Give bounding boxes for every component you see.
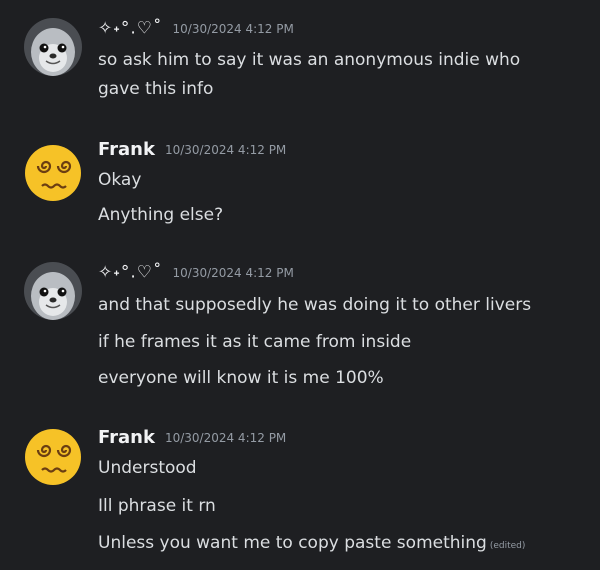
author-name[interactable]: Frank bbox=[98, 427, 155, 448]
message-header: Frank 10/30/2024 4:12 PM bbox=[98, 139, 286, 160]
dizzy-face-avatar[interactable] bbox=[24, 428, 82, 486]
message-header: ✧˖°.♡˚ 10/30/2024 4:12 PM bbox=[98, 262, 294, 283]
seal-avatar[interactable] bbox=[24, 262, 82, 320]
message-text: gave this info bbox=[98, 79, 214, 99]
message-text: Anything else? bbox=[98, 205, 224, 225]
author-name[interactable]: ✧˖°.♡˚ bbox=[98, 19, 163, 39]
seal-icon bbox=[24, 18, 82, 76]
seal-icon bbox=[24, 262, 82, 320]
dizzy-face-emoji-icon bbox=[25, 145, 81, 201]
message-text: everyone will know it is me 100% bbox=[98, 368, 384, 388]
message-text: Understood bbox=[98, 458, 197, 478]
seal-avatar[interactable] bbox=[24, 18, 82, 76]
timestamp: 10/30/2024 4:12 PM bbox=[172, 265, 294, 280]
message-text: if he frames it as it came from inside bbox=[98, 332, 412, 352]
message-text: so ask him to say it was an anonymous in… bbox=[98, 50, 521, 70]
message-text: and that supposedly he was doing it to o… bbox=[98, 295, 532, 315]
message-text: Okay bbox=[98, 170, 142, 190]
chat-log: ✧˖°.♡˚ 10/30/2024 4:12 PM so ask him to s… bbox=[0, 0, 600, 570]
author-name[interactable]: Frank bbox=[98, 139, 155, 160]
dizzy-face-emoji-icon bbox=[25, 429, 81, 485]
message-header: ✧˖°.♡˚ 10/30/2024 4:12 PM bbox=[98, 18, 294, 39]
message-text-content: Unless you want me to copy paste somethi… bbox=[98, 533, 487, 553]
message-text: Ill phrase it rn bbox=[98, 496, 216, 516]
timestamp: 10/30/2024 4:12 PM bbox=[164, 142, 287, 157]
timestamp: 10/30/2024 4:12 PM bbox=[172, 21, 294, 36]
author-name[interactable]: ✧˖°.♡˚ bbox=[98, 263, 163, 283]
dizzy-face-avatar[interactable] bbox=[24, 144, 82, 202]
timestamp: 10/30/2024 4:12 PM bbox=[164, 430, 287, 445]
message-text: Unless you want me to copy paste somethi… bbox=[98, 531, 525, 558]
edited-label: (edited) bbox=[489, 541, 526, 551]
message-header: Frank 10/30/2024 4:12 PM bbox=[98, 427, 286, 448]
